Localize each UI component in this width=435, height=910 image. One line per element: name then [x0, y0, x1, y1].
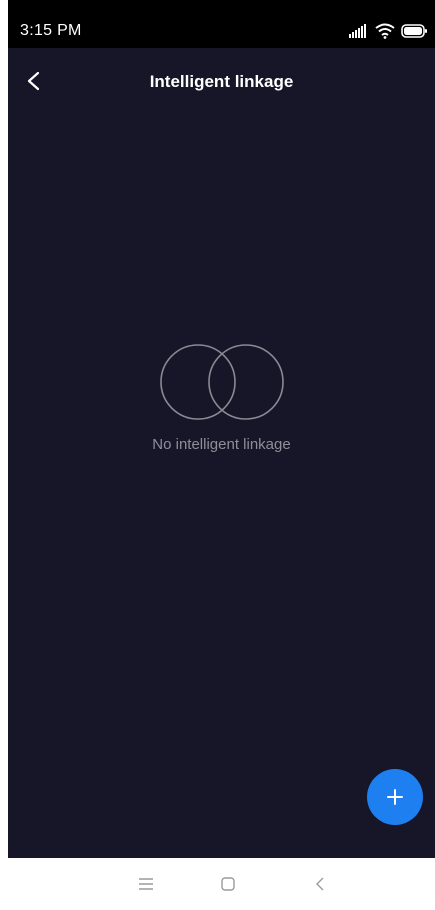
wifi-icon	[375, 23, 395, 39]
app-screen: 3:15 PM Intelligent linkage No intellige…	[8, 0, 435, 910]
system-navigation-bar	[8, 858, 435, 910]
linked-circles-icon	[159, 344, 284, 420]
page-title: Intelligent linkage	[149, 72, 294, 91]
status-time: 3:15 PM	[20, 22, 82, 39]
menu-button[interactable]	[120, 858, 172, 910]
back-icon	[316, 877, 324, 891]
empty-state-message: No intelligent linkage	[152, 436, 291, 453]
signal-icon	[349, 24, 366, 38]
home-icon	[221, 877, 235, 891]
add-linkage-button[interactable]	[367, 769, 423, 825]
plus-icon	[387, 789, 403, 805]
empty-state: No intelligent linkage	[8, 340, 435, 453]
status-bar: 3:15 PM	[8, 0, 435, 48]
top-app-bar: Intelligent linkage	[8, 48, 435, 112]
system-back-button[interactable]	[294, 858, 346, 910]
menu-icon	[139, 878, 153, 890]
status-icons	[349, 22, 427, 40]
battery-icon	[401, 24, 427, 38]
home-button[interactable]	[202, 858, 254, 910]
